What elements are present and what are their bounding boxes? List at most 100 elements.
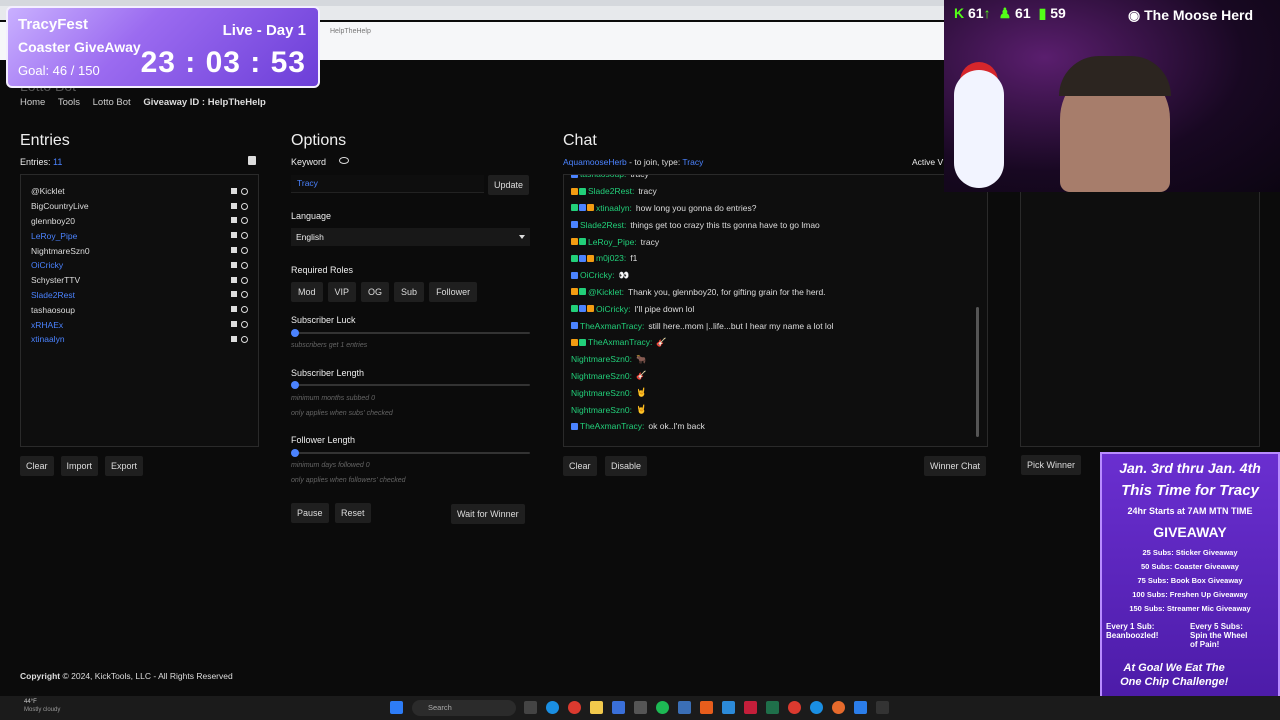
keyword-update-button[interactable]: Update — [488, 175, 530, 195]
ban-icon[interactable] — [241, 187, 248, 195]
chat-username[interactable]: m0j023: — [596, 253, 626, 263]
chat-username[interactable]: Slade2Rest: — [580, 220, 626, 230]
weather-temp[interactable]: 44°F — [24, 699, 37, 705]
subscriber-length-slider[interactable] — [291, 381, 530, 389]
slider-handle[interactable] — [291, 329, 299, 337]
checkbox-icon[interactable] — [231, 335, 237, 342]
keyword-input[interactable]: Tracy — [291, 175, 484, 193]
app-icon[interactable] — [876, 701, 889, 714]
edge-icon[interactable] — [546, 701, 559, 714]
ban-icon[interactable] — [241, 247, 248, 255]
spotify-icon[interactable] — [656, 701, 669, 714]
ban-icon[interactable] — [241, 202, 248, 210]
file-explorer-icon[interactable] — [590, 701, 603, 714]
checkbox-icon[interactable] — [231, 306, 237, 313]
chat-username[interactable]: LeRoy_Pipe: — [588, 237, 637, 247]
chat-join-keyword: Tracy — [682, 157, 704, 167]
ban-icon[interactable] — [241, 276, 248, 284]
chat-username[interactable]: NightmareSzn0: — [571, 388, 632, 398]
entry-actions — [231, 247, 248, 255]
chat-scrollbar[interactable] — [976, 307, 979, 437]
task-view-icon[interactable] — [524, 701, 537, 714]
entry-row: xtinaalyn — [31, 332, 248, 347]
chat-username[interactable]: Slade2Rest: — [588, 186, 634, 196]
chrome-icon[interactable] — [568, 701, 581, 714]
checkbox-icon[interactable] — [231, 187, 237, 194]
role-follower-button[interactable]: Follower — [429, 282, 478, 302]
checkbox-icon[interactable] — [231, 217, 237, 224]
checkbox-icon[interactable] — [231, 261, 237, 268]
role-vip-button[interactable]: VIP — [327, 282, 357, 302]
pause-button[interactable]: Pause — [291, 503, 329, 523]
chat-username[interactable]: tashaosoup: — [580, 175, 626, 179]
chat-username[interactable]: TheAxmanTracy: — [580, 421, 644, 431]
breadcrumb-lotto-bot[interactable]: Lotto Bot — [93, 97, 131, 108]
entry-row: @Kicklet — [31, 184, 248, 199]
app-icon[interactable] — [766, 701, 779, 714]
app-icon[interactable] — [678, 701, 691, 714]
slider-handle[interactable] — [291, 449, 299, 457]
entries-clear-button[interactable]: Clear — [20, 456, 54, 476]
slider-handle[interactable] — [291, 381, 299, 389]
weather-desc[interactable]: Mostly cloudy — [24, 707, 60, 713]
entries-import-button[interactable]: Import — [60, 456, 99, 476]
entry-name: tashaosoup — [31, 304, 75, 315]
app-icon[interactable] — [612, 701, 625, 714]
app-icon[interactable] — [722, 701, 735, 714]
subscriber-luck-slider[interactable] — [291, 329, 530, 337]
ban-icon[interactable] — [241, 306, 248, 314]
ban-icon[interactable] — [241, 217, 248, 225]
checkbox-icon[interactable] — [231, 276, 237, 283]
checkbox-icon[interactable] — [231, 232, 237, 239]
checkbox-icon[interactable] — [231, 291, 237, 298]
pick-winner-button[interactable]: Pick Winner — [1021, 455, 1082, 475]
badge-icon — [571, 288, 578, 296]
discord-icon: ◉ — [1128, 7, 1141, 23]
language-select[interactable]: English — [291, 228, 530, 246]
ban-icon[interactable] — [241, 335, 248, 343]
chat-text: tracy — [640, 236, 660, 247]
chat-username[interactable]: OiCricky: — [580, 270, 614, 280]
chat-username[interactable]: NightmareSzn0: — [571, 371, 632, 381]
ban-icon[interactable] — [241, 261, 248, 269]
follower-length-slider[interactable] — [291, 449, 530, 457]
checkbox-icon[interactable] — [231, 202, 237, 209]
app-icon[interactable] — [854, 701, 867, 714]
role-mod-button[interactable]: Mod — [291, 282, 323, 302]
ban-icon[interactable] — [241, 321, 248, 329]
wait-for-winner-button[interactable]: Wait for Winner — [451, 504, 525, 524]
copy-icon[interactable] — [248, 156, 256, 165]
ban-icon[interactable] — [241, 291, 248, 299]
app-icon[interactable] — [700, 701, 713, 714]
chat-username[interactable]: xtinaalyn: — [596, 203, 632, 213]
checkbox-icon[interactable] — [231, 247, 237, 254]
checkbox-icon[interactable] — [231, 321, 237, 328]
chat-disable-button[interactable]: Disable — [605, 456, 648, 476]
app-icon[interactable] — [744, 701, 757, 714]
entries-export-button[interactable]: Export — [105, 456, 144, 476]
kick-icon: K — [954, 5, 965, 21]
breadcrumb-tools[interactable]: Tools — [58, 97, 80, 108]
ban-icon[interactable] — [241, 232, 248, 240]
chat-username[interactable]: @Kicklet: — [588, 287, 624, 297]
taskbar-search[interactable]: Search — [412, 700, 516, 716]
breadcrumb-home[interactable]: Home — [20, 97, 45, 108]
app-icon[interactable] — [634, 701, 647, 714]
windows-start-icon[interactable] — [390, 701, 403, 714]
reset-button[interactable]: Reset — [335, 503, 371, 523]
follower-stat: ♟ 61 — [999, 5, 1031, 22]
chat-username[interactable]: OiCricky: — [596, 304, 630, 314]
entry-row: xRHAEx — [31, 317, 248, 332]
eye-icon[interactable] — [339, 157, 349, 164]
chrome-icon[interactable] — [788, 701, 801, 714]
chat-username[interactable]: NightmareSzn0: — [571, 354, 632, 364]
chat-username[interactable]: TheAxmanTracy: — [580, 321, 644, 331]
firefox-icon[interactable] — [832, 701, 845, 714]
chat-clear-button[interactable]: Clear — [563, 456, 597, 476]
chat-username[interactable]: NightmareSzn0: — [571, 405, 632, 415]
edge-icon[interactable] — [810, 701, 823, 714]
winner-chat-button[interactable]: Winner Chat — [924, 456, 987, 476]
role-sub-button[interactable]: Sub — [394, 282, 425, 302]
chat-username[interactable]: TheAxmanTracy: — [588, 337, 652, 347]
role-og-button[interactable]: OG — [361, 282, 390, 302]
